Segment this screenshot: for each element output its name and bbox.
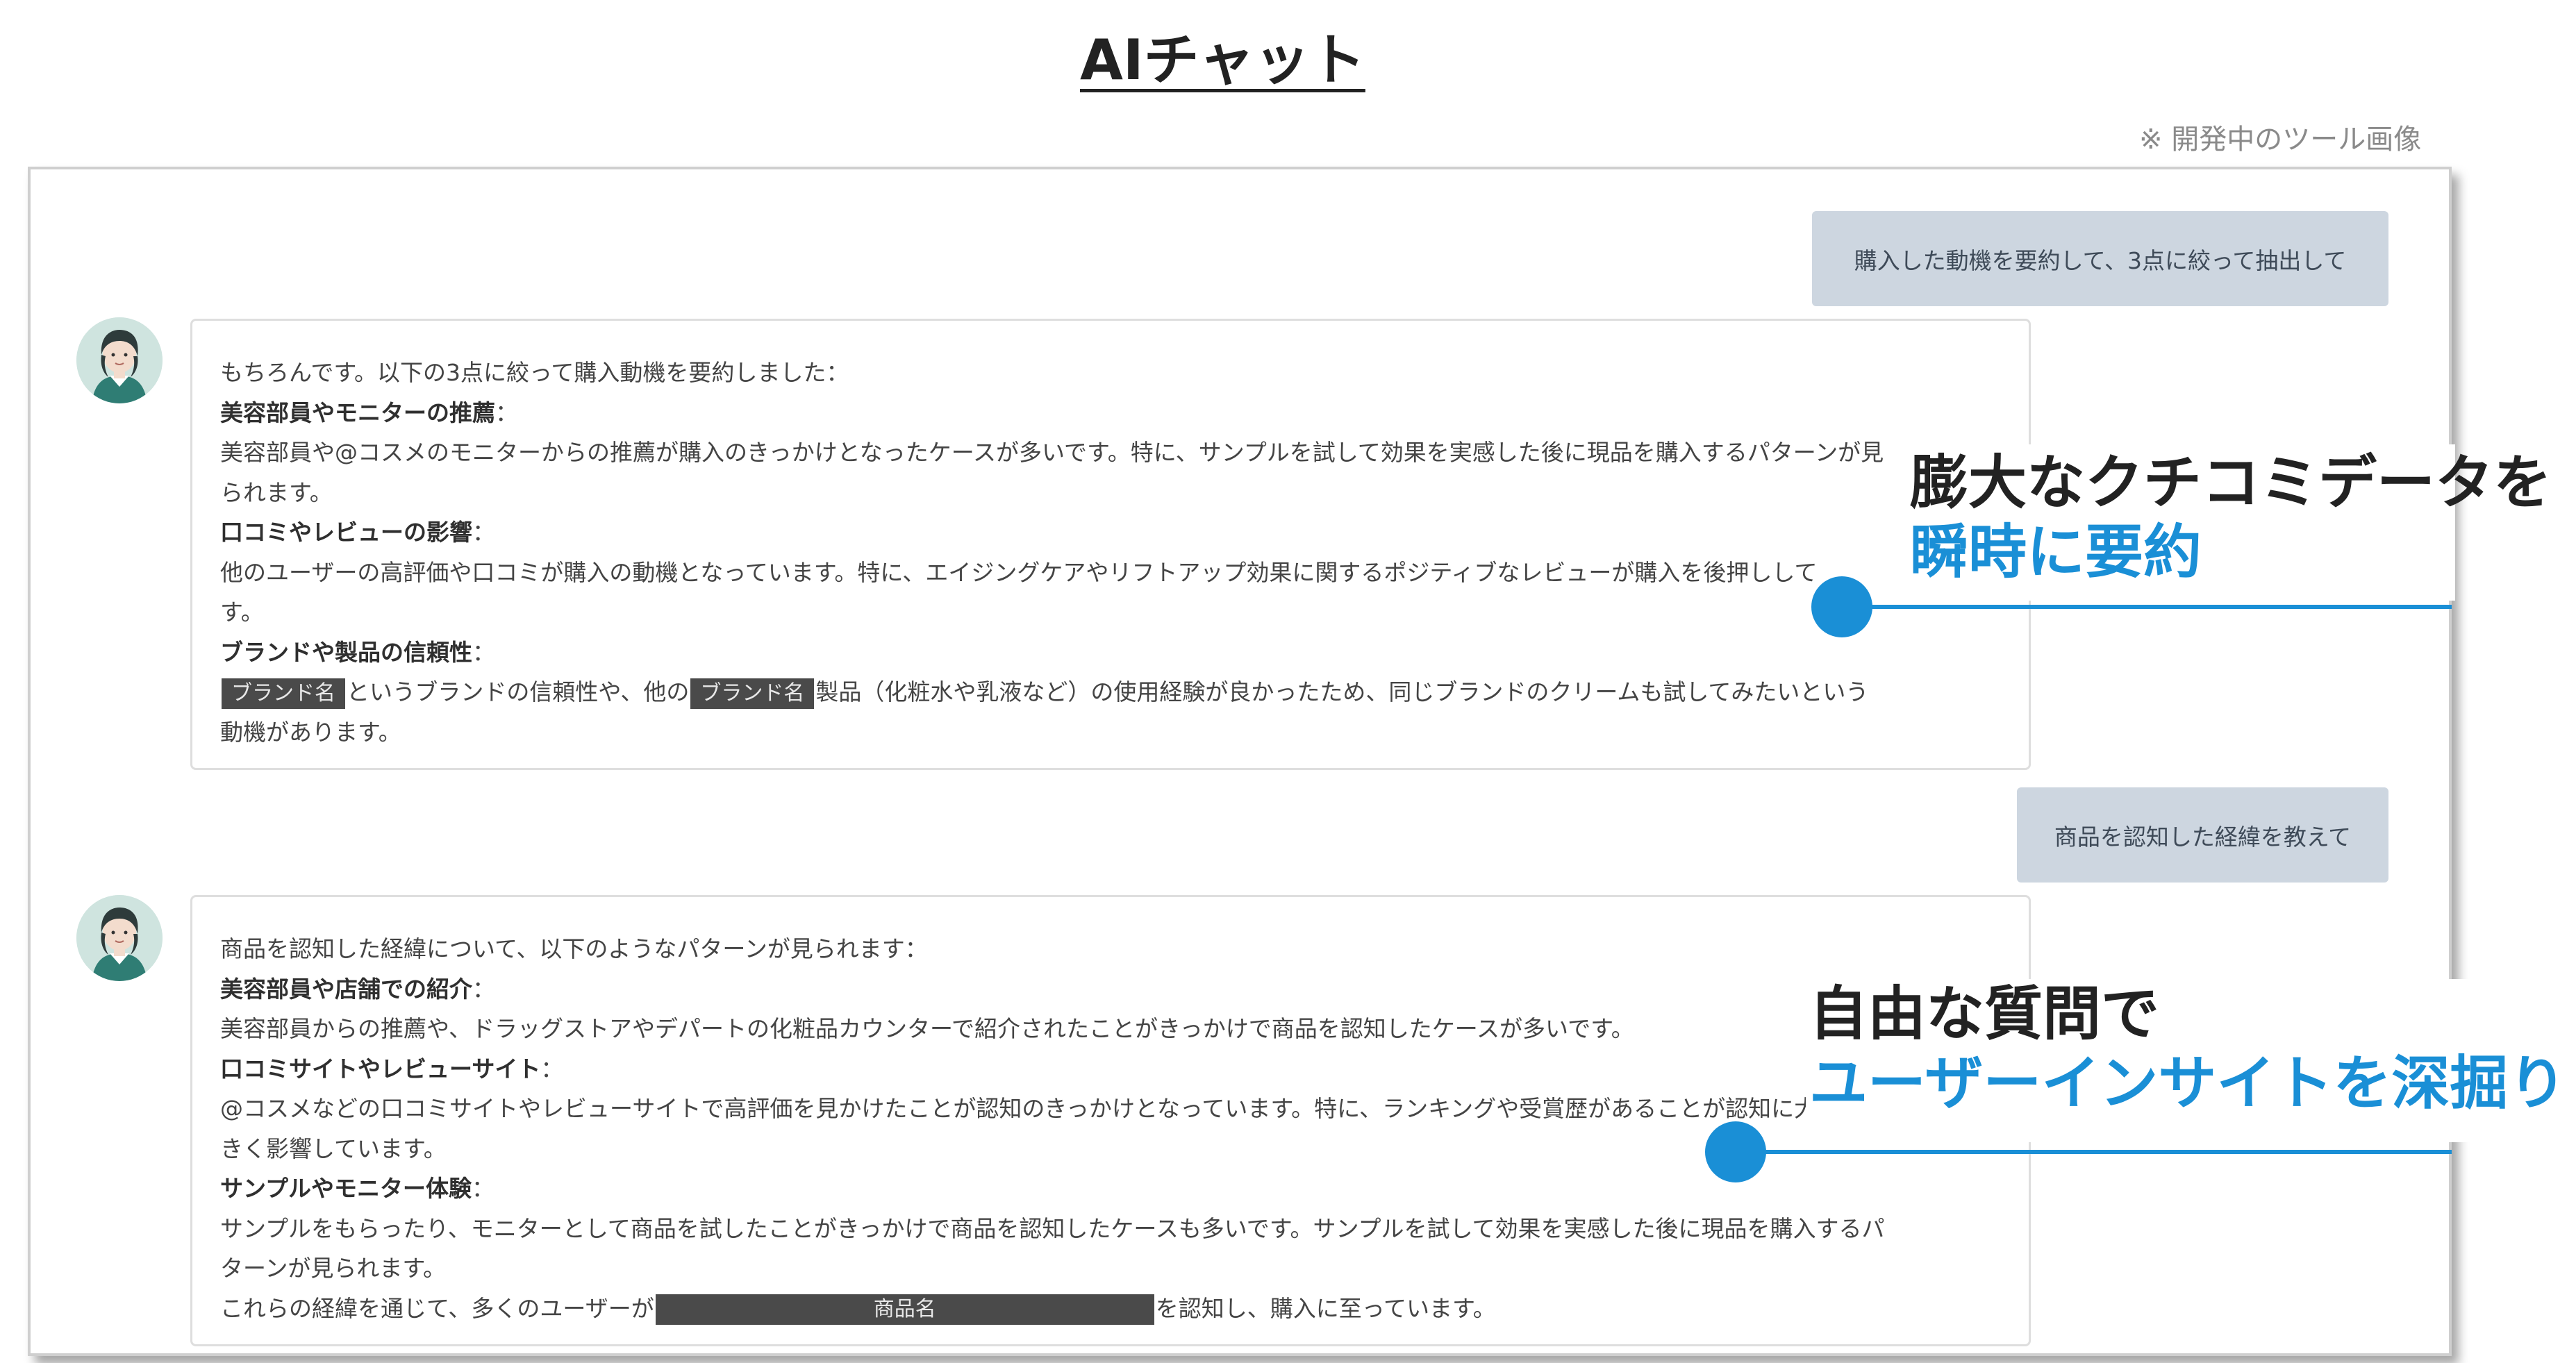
message-line: これらの経緯を通じて、多くのユーザーが 商品名 を認知し、購入に至っています。 — [220, 1289, 2001, 1329]
message-line: 動機があります。 — [220, 718, 401, 746]
message-line: 美容部員やモニターの推薦： — [220, 393, 2001, 433]
woman-avatar-icon — [76, 895, 163, 981]
message-line: 口コミやレビューの影響： — [220, 512, 2001, 553]
point-title: サンプルやモニター体験 — [220, 1175, 472, 1202]
woman-avatar-icon — [76, 317, 163, 403]
callout-line: 自由な質問で — [1809, 980, 2160, 1048]
message-line: られます。 — [220, 478, 333, 506]
message-line: 美容部員や@コスメのモニターからの推薦が購入のきっかけとなったケースが多いです。… — [220, 439, 1884, 466]
message-line: ブランドや製品の信頼性： — [220, 633, 2001, 673]
callout-pointer-line — [1840, 605, 2452, 609]
message-line: 商品を認知した経緯について、以下のようなパターンが見られます： — [220, 935, 928, 962]
redacted-product-name: 商品名 — [655, 1294, 1154, 1325]
ai-message: 商品を認知した経緯について、以下のようなパターンが見られます： 美容部員や店舗で… — [190, 895, 2031, 1346]
colon: ： — [472, 975, 495, 1003]
message-line: ブランド名 というブランドの信頼性や、他の ブランド名 製品（化粧水や乳液など）の使用… — [220, 672, 2001, 712]
point-title: 口コミやレビューの影響 — [220, 519, 472, 546]
colon: ： — [472, 638, 495, 666]
user-message-text: 購入した動機を要約して、3点に絞って抽出して — [1854, 246, 2347, 274]
message-line: 美容部員からの推薦や、ドラッグストアやデパートの化粧品カウンターで紹介されたこと… — [220, 1015, 1634, 1042]
point-title: 美容部員やモニターの推薦 — [220, 399, 495, 426]
colon: ： — [495, 399, 518, 426]
point-title: 美容部員や店舗での紹介 — [220, 975, 472, 1003]
user-message: 商品を認知した経緯を教えて — [2017, 787, 2388, 883]
message-text: というブランドの信頼性や、他の — [347, 678, 690, 705]
callout-highlight: ユーザーインサイトを深掘り — [1809, 1049, 2567, 1117]
message-line: す。 — [220, 599, 264, 626]
message-line: 他のユーザーの高評価や口コミが購入の動機となっています。特に、エイジングケアやリ… — [220, 558, 1818, 586]
callout-line: 膨大なクチコミデータを — [1910, 449, 2552, 517]
user-message: 購入した動機を要約して、3点に絞って抽出して — [1812, 211, 2388, 306]
callout-summary: 膨大なクチコミデータを 瞬時に要約 — [1910, 448, 2552, 587]
page-title: AIチャット — [1080, 28, 1365, 92]
message-line: 口コミサイトやレビューサイト： — [220, 1049, 2001, 1089]
ai-avatar-icon — [76, 895, 163, 981]
message-text: を認知し、購入に至っています。 — [1155, 1294, 1496, 1322]
chat-window: 購入した動機を要約して、3点に絞って抽出して もちろんです。以下の3点に絞って購… — [28, 167, 2452, 1356]
point-title: 口コミサイトやレビューサイト — [220, 1055, 541, 1082]
callout-pointer-line — [1735, 1150, 2452, 1154]
colon: ： — [472, 519, 495, 546]
callout-insight: 自由な質問で ユーザーインサイトを深掘り — [1809, 979, 2566, 1118]
ai-avatar-icon — [76, 317, 163, 403]
callout-highlight: 瞬時に要約 — [1910, 518, 2202, 586]
ai-message: もちろんです。以下の3点に絞って購入動機を要約しました： 美容部員やモニターの推… — [190, 319, 2031, 770]
redacted-brand-name: ブランド名 — [222, 678, 345, 709]
message-line: 美容部員や店舗での紹介： — [220, 969, 2001, 1010]
message-line: もちろんです。以下の3点に絞って購入動機を要約しました： — [220, 359, 849, 386]
colon: ： — [540, 1055, 564, 1082]
development-note: ※ 開発中のツール画像 — [2139, 124, 2422, 156]
colon: ： — [472, 1175, 495, 1202]
user-message-text: 商品を認知した経緯を教えて — [2054, 823, 2352, 851]
message-text: 製品（化粧水や乳液など）の使用経験が良かったため、同じブランドのクリームも試して… — [815, 678, 1869, 705]
message-text: これらの経緯を通じて、多くのユーザーが — [220, 1294, 654, 1322]
message-line: サンプルをもらったり、モニターとして商品を試したことがきっかけで商品を認知したケ… — [220, 1214, 1885, 1242]
message-line: ターンが見られます。 — [220, 1255, 447, 1282]
redacted-brand-name: ブランド名 — [690, 678, 815, 709]
point-title: ブランドや製品の信頼性 — [220, 638, 472, 666]
